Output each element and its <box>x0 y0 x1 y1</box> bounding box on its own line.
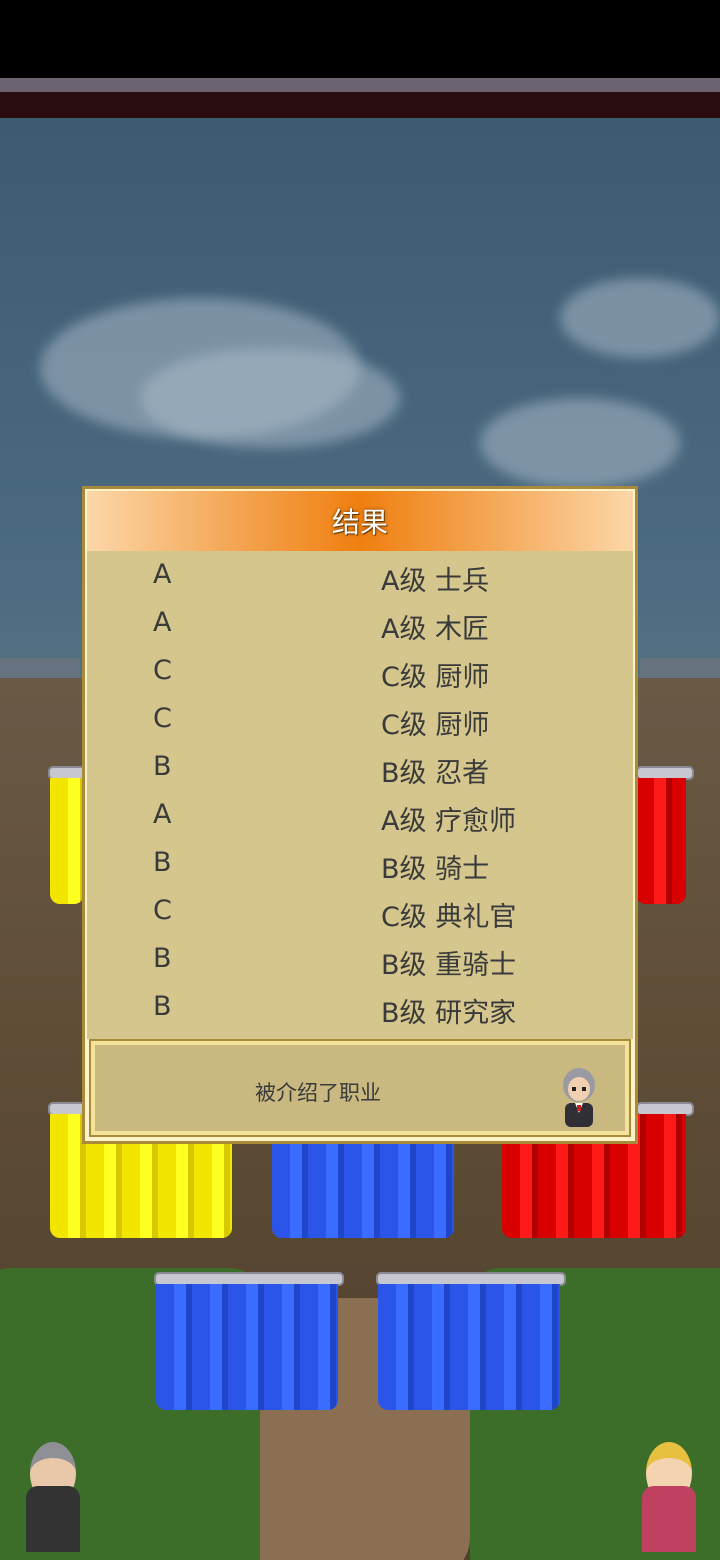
job-label: C级 厨师 <box>381 710 490 741</box>
status-bar <box>0 0 720 78</box>
top-strip <box>0 78 720 92</box>
result-row: B B级 骑士 <box>87 839 633 887</box>
result-dialog: 结果 A A级 士兵 A A级 木匠 C C级 厨师 C C级 厨师 B B级 … <box>82 486 638 1144</box>
job-label: C级 厨师 <box>381 662 490 693</box>
girl-character-icon <box>634 1442 704 1552</box>
rank-label: C <box>153 895 172 926</box>
rank-label: B <box>153 751 172 782</box>
rank-label: B <box>153 991 172 1022</box>
job-label: B级 重骑士 <box>381 950 517 981</box>
message-text: 被介绍了职业 <box>255 1081 381 1105</box>
butler-avatar-icon <box>563 1068 595 1127</box>
result-row: C C级 厨师 <box>87 647 633 695</box>
blue-curtain <box>272 1144 454 1238</box>
rank-label: C <box>153 703 172 734</box>
butler-character-icon <box>18 1442 88 1552</box>
job-label: B级 忍者 <box>381 758 490 789</box>
result-row: B B级 重骑士 <box>87 935 633 983</box>
result-row: C C级 典礼官 <box>87 887 633 935</box>
job-label: A级 士兵 <box>381 566 490 597</box>
result-row: B B级 研究家 <box>87 983 633 1031</box>
job-label: C级 典礼官 <box>381 902 517 933</box>
blue-curtain <box>378 1284 560 1410</box>
job-label: B级 骑士 <box>381 854 490 885</box>
rank-label: C <box>153 655 172 686</box>
job-label: A级 疗愈师 <box>381 806 517 837</box>
result-row: B B级 忍者 <box>87 743 633 791</box>
top-strip-dark <box>0 92 720 118</box>
rank-label: A <box>153 799 172 830</box>
result-row: A A级 疗愈师 <box>87 791 633 839</box>
rank-label: B <box>153 847 172 878</box>
result-row: A A级 木匠 <box>87 599 633 647</box>
result-row: A A级 士兵 <box>87 551 633 599</box>
rank-label: B <box>153 943 172 974</box>
result-row: C C级 厨师 <box>87 695 633 743</box>
red-curtain <box>636 778 686 904</box>
yellow-curtain <box>50 778 84 904</box>
rank-label: A <box>153 559 172 590</box>
job-label: A级 木匠 <box>381 614 490 645</box>
dialog-title: 结果 <box>331 506 388 539</box>
message-box[interactable]: 被介绍了职业 <box>89 1039 631 1137</box>
job-label: B级 研究家 <box>381 998 517 1029</box>
results-list: A A级 士兵 A A级 木匠 C C级 厨师 C C级 厨师 B B级 忍者 … <box>87 551 633 1039</box>
dialog-header: 结果 <box>87 491 633 551</box>
blue-curtain <box>156 1284 338 1410</box>
rank-label: A <box>153 607 172 638</box>
